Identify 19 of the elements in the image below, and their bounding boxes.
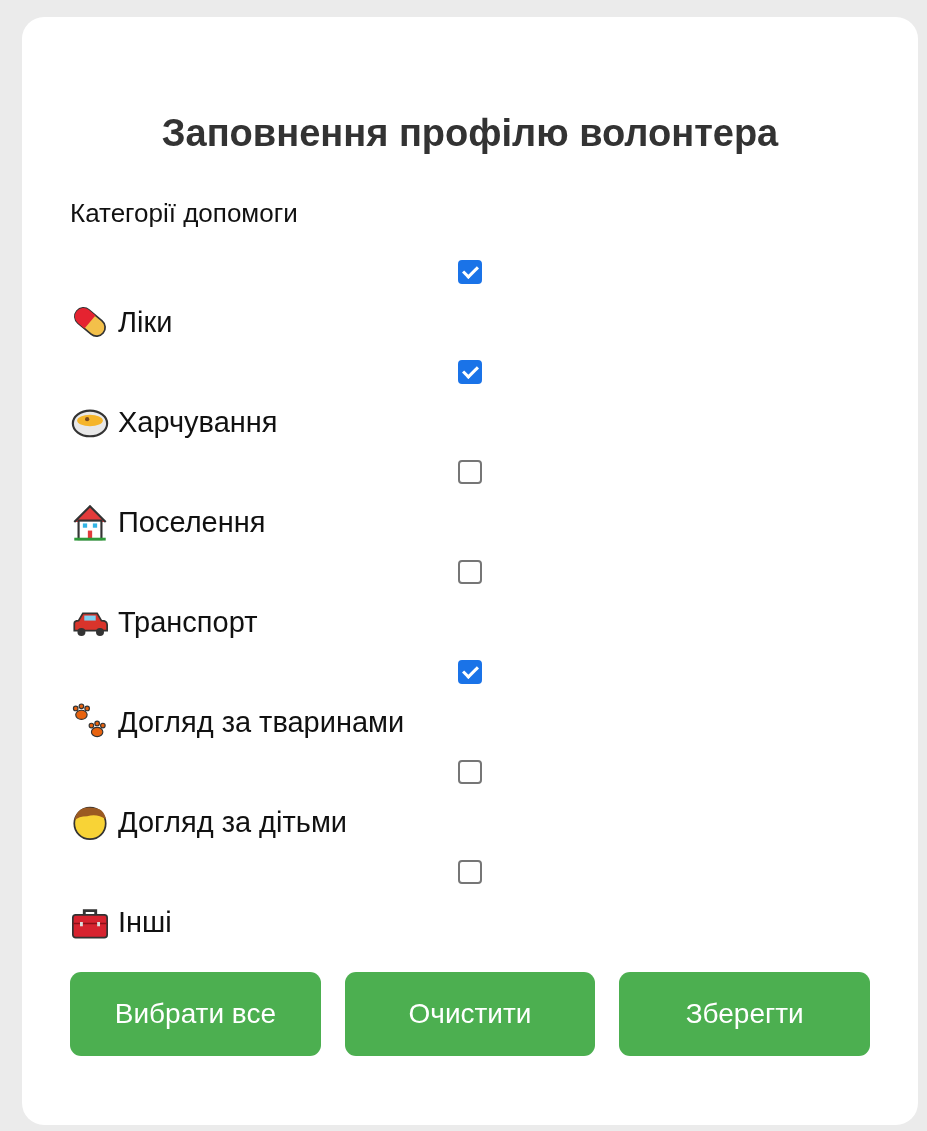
category-label: Ліки: [118, 305, 173, 340]
checkbox[interactable]: [458, 260, 482, 284]
checkbox[interactable]: [458, 760, 482, 784]
checkbox[interactable]: [458, 560, 482, 584]
checkbox[interactable]: [458, 860, 482, 884]
category-label: Догляд за тваринами: [118, 705, 405, 740]
category-label: Транспорт: [118, 605, 258, 640]
checkbox[interactable]: [458, 360, 482, 384]
category-label: Поселення: [118, 505, 266, 540]
category-label: Харчування: [118, 405, 278, 440]
action-button[interactable]: Вибрати все: [70, 972, 321, 1056]
category-label: Догляд за дітьми: [118, 805, 347, 840]
section-label: Категорії допомоги: [70, 197, 298, 229]
action-button[interactable]: Зберегти: [619, 972, 870, 1056]
checkbox[interactable]: [458, 660, 482, 684]
category-label: Інші: [118, 905, 172, 940]
checkbox[interactable]: [458, 460, 482, 484]
form-title: Заповнення профілю волонтера: [160, 111, 780, 156]
action-button[interactable]: Очистити: [344, 972, 596, 1056]
